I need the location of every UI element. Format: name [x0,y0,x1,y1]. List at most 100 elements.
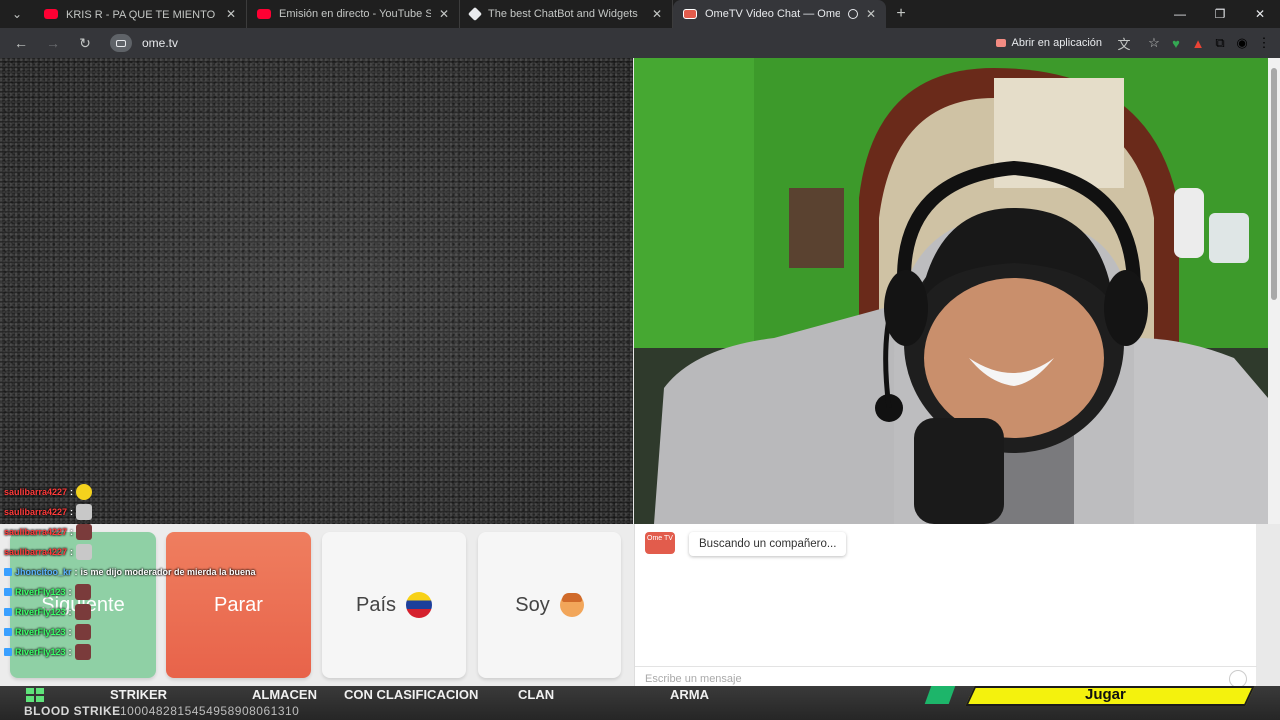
youtube-icon [44,9,58,19]
scrollbar-thumb[interactable] [1271,68,1277,300]
emote-icon [74,584,91,600]
back-arrow-icon[interactable]: ← [8,30,34,56]
tab-ometv[interactable]: OmeTV Video Chat — Ome ✕ [673,0,886,28]
app-icon [995,39,1006,47]
url-text[interactable]: ome.tv [142,36,178,50]
overlay-chat-row: RiverFly123 : [4,582,324,602]
open-in-app-label: Abrir en aplicación [1011,37,1103,49]
emote-icon [76,484,93,500]
overlay-username: saulibarra4227 [4,547,68,557]
emote-icon [74,644,91,660]
close-icon[interactable]: ✕ [439,7,449,21]
game-hud-strip: STRIKER ALMACEN CON CLASIFICACION CLAN A… [0,686,1280,720]
reload-icon[interactable]: ↻ [72,30,98,56]
emote-icon [74,624,91,640]
diamond-icon [924,686,956,704]
profile-icon[interactable]: ◉ [1234,35,1250,51]
gender-button-label: Soy [515,593,550,616]
emote-icon [76,544,93,560]
emote-icon [76,524,93,540]
page-scrollbar[interactable] [1268,58,1280,524]
overlay-username: RiverFly123 [15,587,66,597]
webcam-feed [634,58,1268,524]
overlay-separator: : [70,507,74,517]
maximize-icon[interactable]: ❐ [1200,0,1240,28]
overlay-separator: : [70,547,74,557]
hud-menu-clan[interactable]: CLAN [518,687,554,702]
ometv-logo: Ome TV [645,532,675,554]
venezuela-flag-icon [406,592,433,618]
extension-red-icon[interactable]: ▲ [1190,35,1206,51]
hud-menu-striker[interactable]: STRIKER [110,687,167,702]
overlay-username: RiverFly123 [15,627,66,637]
overlay-chat-row: saulibarra4227 : [4,522,324,542]
badge-icon [4,648,12,656]
hud-menu-clasificacion[interactable]: CON CLASIFICACION [344,687,478,702]
extensions-puzzle-icon[interactable]: ⧉ [1212,35,1228,51]
gender-filter-button[interactable]: Soy [478,532,621,678]
grid-menu-icon[interactable] [26,688,46,702]
overlay-username: saulibarra4227 [4,487,68,497]
overlay-chat-row: saulibarra4227 : [4,542,324,562]
overlay-separator: : [70,487,74,497]
extension-green-icon[interactable]: ♥ [1168,35,1184,51]
overlay-separator: : [74,567,78,577]
ometv-page: Siguiente Parar País Soy Ome TV Buscando… [0,58,1280,720]
overlay-chat-row: Jhoncitoo_kr : is me dijo moderador de m… [4,562,324,582]
game-title: BLOOD STRIKE [24,704,121,718]
overlay-chat-row: RiverFly123 : [4,622,324,642]
new-tab-button[interactable]: + [886,0,916,28]
badge-icon [4,608,12,616]
tab-search-button[interactable]: ⌄ [0,0,34,28]
tab-youtube-studio[interactable]: Emisión en directo - YouTube St ✕ [247,0,460,28]
chatbot-icon [467,6,483,22]
stream-overlay-chat: saulibarra4227 : saulibarra4227 : saulib… [4,482,324,662]
hud-menu-arma[interactable]: ARMA [670,687,709,702]
boy-face-icon [559,593,584,617]
tab-title: Emisión en directo - YouTube St [279,8,431,20]
hud-menu-almacen[interactable]: ALMACEN [252,687,317,702]
game-id: 1000482815454958908061310 [120,704,300,718]
forward-arrow-icon[interactable]: → [40,30,66,56]
tab-title: The best ChatBot and Widgets [488,8,638,20]
overlay-separator: : [68,587,72,597]
status-message: Buscando un compañero... [689,532,847,556]
text-chat-panel: Ome TV Buscando un compañero... [634,524,1257,690]
minimize-icon[interactable]: — [1160,0,1200,28]
overlay-message: is me dijo moderador de mierda la buena [80,567,256,577]
open-in-app-button[interactable]: Abrir en aplicación [995,37,1103,49]
close-window-icon[interactable]: ✕ [1240,0,1280,28]
tab-title: OmeTV Video Chat — Ome [705,8,840,20]
close-icon[interactable]: ✕ [652,7,662,21]
address-bar[interactable]: ome.tv Abrir en aplicación 文 ☆ [104,30,1162,56]
overlay-chat-row: saulibarra4227 : [4,502,324,522]
tab-strip: ⌄ KRIS R - PA QUE TE MIENTO 💕 ✕ Emisión … [0,0,1280,28]
site-info-icon[interactable] [110,34,132,52]
badge-icon [4,628,12,636]
tab-title: KRIS R - PA QUE TE MIENTO 💕 [66,8,218,21]
emoji-icon[interactable] [1229,669,1247,688]
close-icon[interactable]: ✕ [226,7,236,21]
badge-icon [4,588,12,596]
message-input[interactable] [645,672,1229,685]
play-button-label: Jugar [1085,686,1126,703]
bookmark-star-icon[interactable]: ☆ [1146,35,1162,51]
tab-kris-r[interactable]: KRIS R - PA QUE TE MIENTO 💕 ✕ [34,0,247,28]
close-icon[interactable]: ✕ [866,7,876,21]
stranger-video [0,58,633,524]
overlay-username: saulibarra4227 [4,527,68,537]
self-video [634,58,1268,524]
overlay-chat-row: saulibarra4227 : [4,482,324,502]
emote-icon [76,504,93,520]
overlay-chat-row: RiverFly123 : [4,642,324,662]
country-filter-button[interactable]: País [322,532,466,678]
badge-icon [4,568,12,576]
kebab-menu-icon[interactable]: ⋮ [1256,35,1272,51]
translate-icon[interactable]: 文 [1116,35,1132,52]
overlay-username: Jhoncitoo_kr [15,567,72,577]
overlay-chat-row: RiverFly123 : [4,602,324,622]
window-controls: — ❐ ✕ [1160,0,1280,28]
tab-chatbot[interactable]: The best ChatBot and Widgets ✕ [460,0,673,28]
recording-icon [847,9,858,19]
overlay-separator: : [68,607,72,617]
